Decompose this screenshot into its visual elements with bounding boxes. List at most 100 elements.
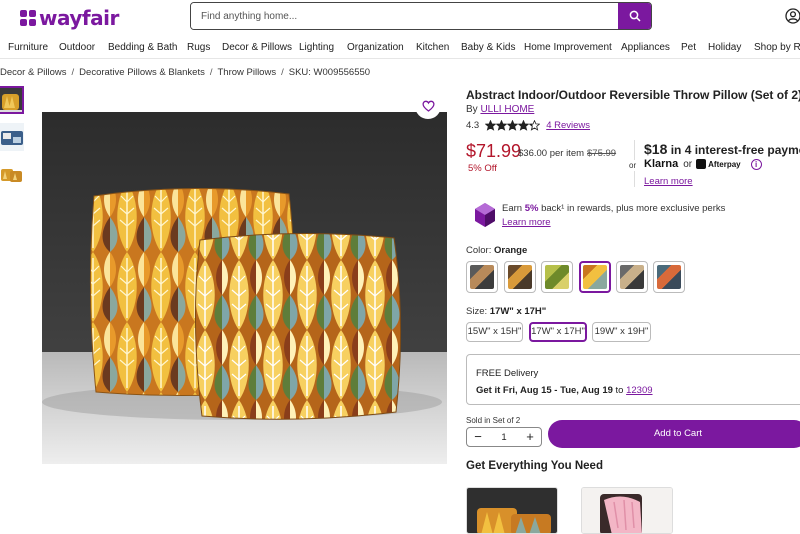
reviews-link[interactable]: 4 Reviews <box>546 120 590 131</box>
unit-price: $36.00 per item $75.99 <box>518 148 616 159</box>
wayfair-logo[interactable]: wayfair <box>20 6 119 30</box>
thumbnail-image[interactable] <box>0 86 24 114</box>
star-icon <box>496 120 508 131</box>
favorite-button[interactable] <box>415 93 441 119</box>
color-label: Color: Orange <box>466 245 527 256</box>
rewards-text: Earn 5% back¹ in rewards, plus more excl… <box>502 203 725 214</box>
rating-row: 4.3 4 Reviews <box>466 120 590 131</box>
color-swatch[interactable] <box>616 261 648 293</box>
color-swatch[interactable] <box>504 261 536 293</box>
zip-code-link[interactable]: 12309 <box>626 385 652 396</box>
color-swatch[interactable] <box>541 261 573 293</box>
payment-providers: Klarna or Afterpay i <box>644 158 762 170</box>
nav-item-holiday[interactable]: Holiday <box>708 42 741 53</box>
size-option[interactable]: 15W" x 15H" <box>466 322 523 342</box>
delivery-date-range: Get it Fri, Aug 15 - Tue, Aug 19 <box>476 385 613 396</box>
size-label-text: Size: <box>466 306 488 317</box>
breadcrumb-separator: / <box>281 67 284 78</box>
thumbnail-image[interactable] <box>0 123 24 151</box>
delivery-date: Get it Fri, Aug 15 - Tue, Aug 19 to 1230… <box>476 385 653 396</box>
per-item-price: $36.00 per item <box>518 148 585 159</box>
logo-text: wayfair <box>39 6 119 30</box>
installment-text: $18 in 4 interest-free paymen <box>644 141 800 157</box>
delivery-to-label: to <box>615 385 624 396</box>
breadcrumb-item[interactable]: Decorative Pillows & Blankets <box>79 67 205 78</box>
size-option-selected[interactable]: 17W" x 17H" <box>529 322 587 342</box>
nav-item-pet[interactable]: Pet <box>681 42 696 53</box>
installment-description: in 4 interest-free paymen <box>670 143 800 157</box>
search-icon <box>629 10 641 22</box>
rewards-gem-icon <box>475 203 495 227</box>
rewards-prefix: Earn <box>502 203 523 214</box>
rewards-learn-more-link[interactable]: Learn more <box>502 217 551 228</box>
header: wayfair <box>0 0 800 36</box>
delivery-title: FREE Delivery <box>476 368 539 379</box>
color-swatch-selected[interactable] <box>579 261 611 293</box>
search-input[interactable] <box>191 3 618 29</box>
nav-item-baby-kids[interactable]: Baby & Kids <box>461 42 515 53</box>
category-nav: Furniture Outdoor Bedding & Bath Rugs De… <box>0 36 800 59</box>
heart-icon <box>421 100 435 112</box>
by-label: By <box>466 104 478 115</box>
star-icon <box>485 120 497 131</box>
star-icon <box>518 120 530 131</box>
brand-line: By ULLI HOME <box>466 104 534 115</box>
thumbnail-image[interactable] <box>0 160 24 188</box>
breadcrumb-item[interactable]: Throw Pillows <box>217 67 276 78</box>
breadcrumb-separator: / <box>209 67 213 78</box>
star-icon <box>529 120 541 131</box>
rewards-banner: Earn 5% back¹ in rewards, plus more excl… <box>474 200 774 230</box>
breadcrumb-separator: / <box>71 67 75 78</box>
installment-learn-more-link[interactable]: Learn more <box>644 176 693 187</box>
color-value: Orange <box>493 245 528 256</box>
recommendation-card[interactable] <box>466 487 558 534</box>
afterpay-logo: Afterpay <box>708 159 741 169</box>
delivery-box: FREE Delivery Get it Fri, Aug 15 - Tue, … <box>466 354 800 405</box>
breadcrumb: Decor & Pillows / Decorative Pillows & Bla… <box>0 67 370 78</box>
increase-quantity-button[interactable]: + <box>519 428 541 446</box>
nav-item-bedding-bath[interactable]: Bedding & Bath <box>108 42 178 53</box>
installment-amount: $18 <box>644 141 668 157</box>
nav-item-shop-by-room[interactable]: Shop by Ro <box>754 42 800 53</box>
quantity-stepper: − 1 + <box>466 427 542 447</box>
breadcrumb-item[interactable]: Decor & Pillows <box>0 67 67 78</box>
rewards-percent: 5% <box>524 203 539 214</box>
size-value: 17W" x 17H" <box>489 306 547 317</box>
size-label: Size: 17W" x 17H" <box>466 306 546 317</box>
or-label: or <box>629 160 637 171</box>
account-icon[interactable] <box>785 8 800 29</box>
quantity-value[interactable]: 1 <box>501 432 506 443</box>
nav-item-organization[interactable]: Organization <box>347 42 404 53</box>
star-icon <box>507 120 519 131</box>
nav-item-decor-pillows[interactable]: Decor & Pillows <box>222 42 292 53</box>
brand-link[interactable]: ULLI HOME <box>480 104 534 115</box>
nav-item-home-improvement[interactable]: Home Improvement <box>524 42 612 53</box>
nav-item-lighting[interactable]: Lighting <box>299 42 334 53</box>
star-rating <box>485 120 541 131</box>
sku-label: SKU: W009556550 <box>288 67 371 78</box>
product-title: Abstract Indoor/Outdoor Reversible Throw… <box>466 88 800 102</box>
nav-item-kitchen[interactable]: Kitchen <box>416 42 449 53</box>
sold-in-label: Sold in Set of 2 <box>466 416 521 425</box>
decrease-quantity-button[interactable]: − <box>467 428 489 446</box>
or-label: or <box>683 158 693 170</box>
discount-label: 5% Off <box>468 163 497 174</box>
add-to-cart-button[interactable]: Add to Cart <box>548 420 800 448</box>
color-label-text: Color: <box>466 245 492 256</box>
size-option[interactable]: 19W" x 19H" <box>592 322 651 342</box>
info-icon[interactable]: i <box>750 158 762 170</box>
nav-item-rugs[interactable]: Rugs <box>187 42 210 53</box>
search-bar <box>190 2 652 30</box>
original-price: $75.99 <box>587 148 617 159</box>
color-swatch[interactable] <box>653 261 685 293</box>
search-button[interactable] <box>618 3 651 29</box>
nav-item-appliances[interactable]: Appliances <box>621 42 670 53</box>
color-swatch[interactable] <box>466 261 498 293</box>
recommendation-card[interactable] <box>581 487 673 534</box>
logo-mark-icon <box>20 9 37 27</box>
nav-item-outdoor[interactable]: Outdoor <box>59 42 95 53</box>
sale-price: $71.99 <box>466 141 522 161</box>
nav-item-furniture[interactable]: Furniture <box>8 42 48 53</box>
recommendations-title: Get Everything You Need <box>466 460 603 472</box>
product-image[interactable] <box>42 112 447 464</box>
